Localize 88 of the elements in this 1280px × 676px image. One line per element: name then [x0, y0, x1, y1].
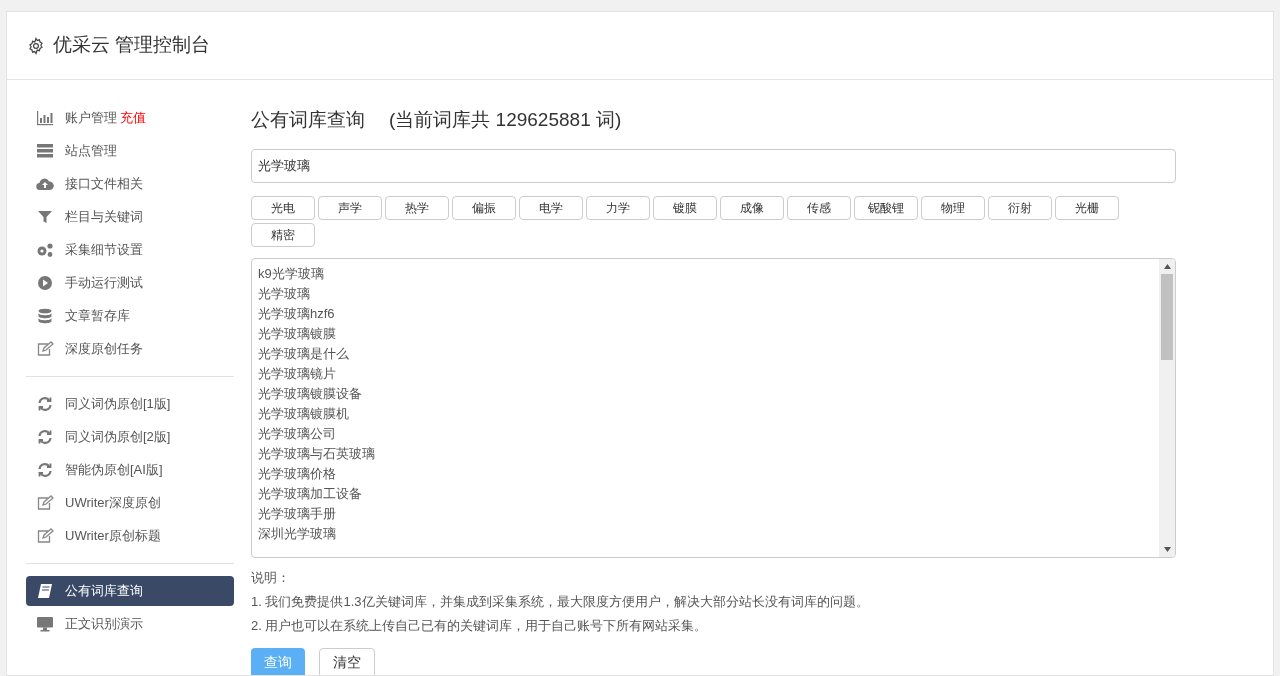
scrollbar[interactable] [1159, 258, 1175, 557]
sidebar-item[interactable]: UWriter深度原创 [26, 488, 234, 518]
keyword-option[interactable]: k9光学玻璃 [258, 263, 324, 284]
scroll-up-icon[interactable] [1163, 263, 1171, 269]
sidebar-label: 栏目与关键词 [65, 208, 143, 227]
filter-icon [36, 209, 54, 225]
sidebar-label: 接口文件相关 [65, 175, 143, 194]
tag-button[interactable]: 物理 [921, 195, 985, 220]
play-icon [36, 275, 54, 291]
sidebar-label: 公有词库查询 [65, 582, 143, 601]
sidebar-label: 采集细节设置 [65, 241, 143, 260]
tag-button[interactable]: 光电 [251, 195, 315, 220]
sidebar-label: UWriter原创标题 [65, 527, 161, 546]
tag-button[interactable]: 热学 [385, 195, 449, 220]
sidebar-label: UWriter深度原创 [65, 494, 161, 513]
settings-icon [27, 36, 45, 55]
cloud-upload-icon [36, 176, 54, 192]
sidebar-item[interactable]: 公有词库查询 [26, 576, 234, 606]
sidebar-label: 智能伪原创[AI版] [65, 461, 163, 480]
keyword-option[interactable]: 光学玻璃 [258, 283, 310, 304]
sidebar-item[interactable]: 手动运行测试 [26, 268, 234, 298]
note-line: 2. 用户也可以在系统上传自己已有的关键词库，用于自己账号下所有网站采集。 [251, 616, 708, 635]
tag-button[interactable]: 衍射 [988, 195, 1052, 220]
keyword-option[interactable]: 光学玻璃加工设备 [258, 483, 362, 504]
notes-title: 说明： [251, 568, 291, 587]
note-line: 1. 我们免费提供1.3亿关键词库，并集成到采集系统，最大限度方便用户，解决大部分站长没有词库的问题。 [251, 592, 869, 611]
keyword-option[interactable]: 光学玻璃镀膜 [258, 323, 336, 344]
keyword-option[interactable]: 光学玻璃与石英玻璃 [258, 443, 375, 464]
book-icon [36, 583, 54, 599]
sidebar-label: 同义词伪原创[1版] [65, 395, 171, 414]
tag-button[interactable]: 成像 [720, 195, 784, 220]
sidebar-label: 正文识别演示 [65, 615, 143, 634]
keyword-option[interactable]: 光学玻璃hzf6 [258, 303, 335, 324]
sidebar-item[interactable]: 同义词伪原创[2版] [26, 422, 234, 452]
sidebar-label: 文章暂存库 [65, 307, 130, 326]
tag-button[interactable]: 光栅 [1055, 195, 1119, 220]
edit-icon [36, 495, 54, 511]
keyword-option[interactable]: 光学玻璃镜片 [258, 363, 336, 384]
keyword-option[interactable]: 光学玻璃公司 [258, 423, 336, 444]
keyword-option[interactable]: 光学玻璃镀膜机 [258, 403, 349, 424]
clear-button[interactable]: 清空 [319, 647, 375, 675]
server-icon [36, 143, 54, 159]
bar-chart-icon [36, 110, 54, 126]
sidebar-item[interactable]: 智能伪原创[AI版] [26, 455, 234, 485]
keyword-option[interactable]: 光学玻璃手册 [258, 503, 336, 524]
monitor-icon [36, 616, 54, 632]
scroll-down-icon[interactable] [1163, 546, 1171, 552]
scroll-thumb[interactable] [1161, 273, 1173, 360]
tag-button[interactable]: 偏振 [452, 195, 516, 220]
sidebar-item[interactable]: 同义词伪原创[1版] [26, 389, 234, 419]
tag-button[interactable]: 电学 [519, 195, 583, 220]
sidebar-label: 账户管理 [65, 109, 117, 128]
gears-icon [36, 242, 54, 258]
sidebar-label: 站点管理 [65, 142, 117, 161]
edit-icon [36, 528, 54, 544]
console-title: 优采云 管理控制台 [53, 33, 211, 58]
keyword-option[interactable]: 深圳光学玻璃 [258, 523, 336, 544]
keyword-option[interactable]: 光学玻璃价格 [258, 463, 336, 484]
sidebar-item[interactable]: UWriter原创标题 [26, 521, 234, 551]
tag-button[interactable]: 声学 [318, 195, 382, 220]
sidebar-item[interactable]: 文章暂存库 [26, 301, 234, 331]
sidebar-label: 同义词伪原创[2版] [65, 428, 171, 447]
search-field[interactable]: 光学玻璃 [251, 148, 1176, 183]
sidebar-item[interactable]: 深度原创任务 [26, 334, 234, 364]
refresh-icon [36, 462, 54, 478]
sidebar-item[interactable]: 接口文件相关 [26, 169, 234, 199]
database-icon [36, 308, 54, 324]
keyword-option[interactable]: 光学玻璃镀膜设备 [258, 383, 362, 404]
recharge-link[interactable]: 充值 [120, 108, 146, 128]
sidebar-item[interactable]: 栏目与关键词 [26, 202, 234, 232]
refresh-icon [36, 429, 54, 445]
edit-icon [36, 341, 54, 357]
page-heading: 公有词库查询 [251, 108, 365, 132]
sidebar-label: 深度原创任务 [65, 340, 143, 359]
sidebar-item[interactable]: 账户管理 充值 [26, 103, 234, 133]
tag-button[interactable]: 镀膜 [653, 195, 717, 220]
sidebar-label: 手动运行测试 [65, 274, 143, 293]
refresh-icon [36, 396, 54, 412]
tag-button[interactable]: 精密 [251, 222, 315, 247]
sidebar-item[interactable]: 采集细节设置 [26, 235, 234, 265]
tag-button[interactable]: 力学 [586, 195, 650, 220]
word-count-note: (当前词库共 129625881 词) [389, 108, 622, 132]
tag-button[interactable]: 铌酸锂 [854, 195, 918, 220]
sidebar-item[interactable]: 正文识别演示 [26, 609, 234, 639]
results-list[interactable]: k9光学玻璃 光学玻璃 光学玻璃hzf6 光学玻璃镀膜 光学玻璃是什么 光学玻璃镜片 光学玻璃镀膜设备 光学玻璃镀膜机 光学玻璃公司 光学玻璃与石英玻璃 光学玻璃价格 光学玻璃加工设备 光学玻璃手册 深圳光学玻璃 [251, 257, 1176, 558]
keyword-option[interactable]: 光学玻璃是什么 [258, 343, 349, 364]
tag-button[interactable]: 传感 [787, 195, 851, 220]
sidebar-item[interactable]: 站点管理 [26, 136, 234, 166]
